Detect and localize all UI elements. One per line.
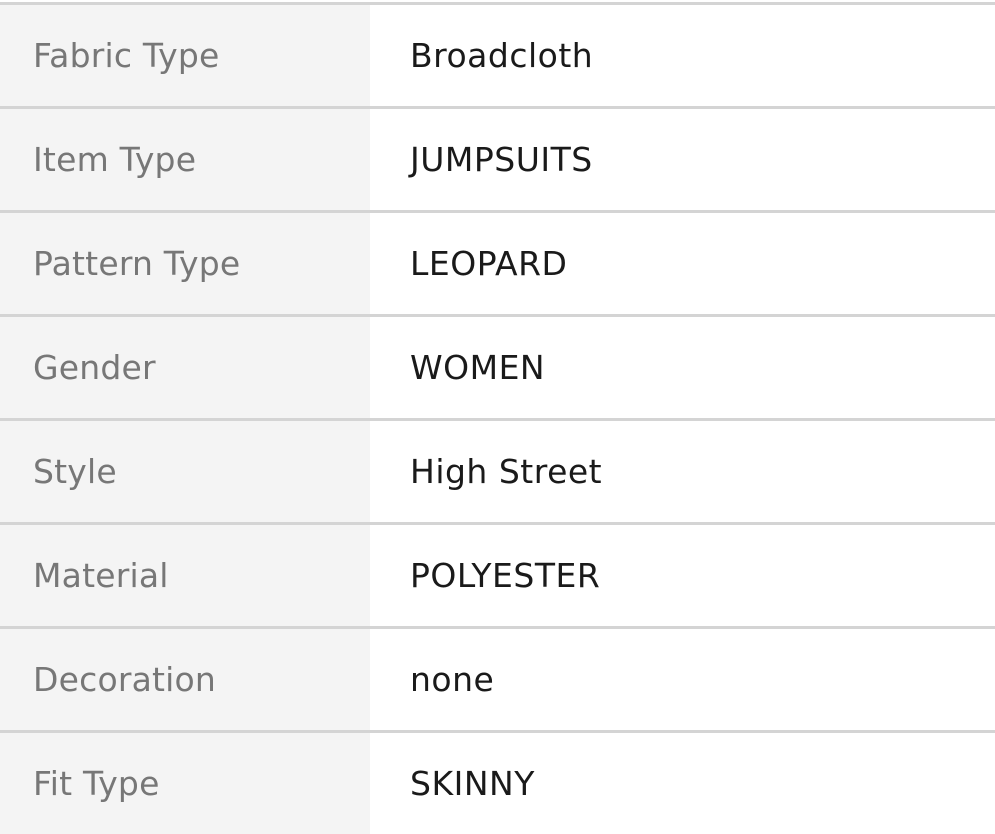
spec-row-pattern-type: Pattern Type LEOPARD	[0, 213, 995, 317]
spec-value: JUMPSUITS	[370, 109, 995, 210]
spec-label: Fit Type	[0, 733, 370, 834]
spec-label: Fabric Type	[0, 5, 370, 106]
spec-value: LEOPARD	[370, 213, 995, 314]
spec-label: Material	[0, 525, 370, 626]
spec-row-gender: Gender WOMEN	[0, 317, 995, 421]
spec-label: Gender	[0, 317, 370, 418]
spec-value: High Street	[370, 421, 995, 522]
spec-row-decoration: Decoration none	[0, 629, 995, 733]
spec-label: Style	[0, 421, 370, 522]
spec-value: SKINNY	[370, 733, 995, 834]
spec-row-material: Material POLYESTER	[0, 525, 995, 629]
product-specifications-table: Fabric Type Broadcloth Item Type JUMPSUI…	[0, 2, 995, 834]
spec-row-fabric-type: Fabric Type Broadcloth	[0, 5, 995, 109]
spec-label: Pattern Type	[0, 213, 370, 314]
spec-label: Decoration	[0, 629, 370, 730]
spec-row-item-type: Item Type JUMPSUITS	[0, 109, 995, 213]
spec-value: WOMEN	[370, 317, 995, 418]
spec-value: POLYESTER	[370, 525, 995, 626]
spec-value: none	[370, 629, 995, 730]
spec-row-fit-type: Fit Type SKINNY	[0, 733, 995, 834]
spec-row-style: Style High Street	[0, 421, 995, 525]
spec-label: Item Type	[0, 109, 370, 210]
spec-value: Broadcloth	[370, 5, 995, 106]
